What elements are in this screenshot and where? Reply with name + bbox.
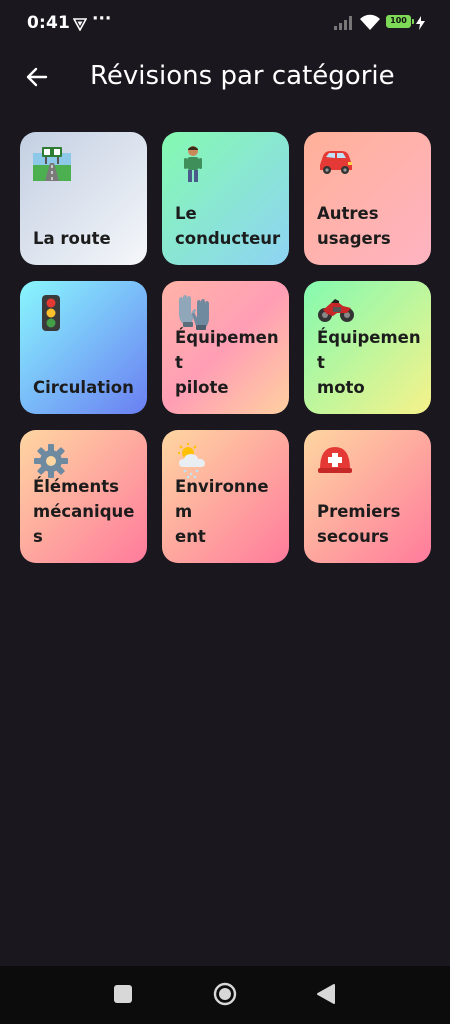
category-label: Équipement pilote [175, 328, 279, 397]
category-card-la-route[interactable]: La route [20, 132, 147, 265]
category-label: La route [33, 229, 111, 248]
motorway-icon [33, 145, 73, 185]
charging-icon [416, 15, 425, 30]
category-card-le-conducteur[interactable]: Le conducteur [162, 132, 289, 265]
page-title: Révisions par catégorie [90, 61, 395, 91]
category-label: Le conducteur [175, 204, 281, 248]
wifi-icon [359, 13, 381, 31]
category-label: Autres usagers [317, 204, 391, 248]
recent-apps-icon[interactable] [114, 985, 132, 1003]
rescue-helmet-icon [317, 443, 357, 483]
category-label: Éléments mécaniques [33, 477, 135, 546]
category-label: Équipement moto [317, 328, 421, 397]
car-icon [317, 145, 357, 185]
arrow-left-icon [26, 67, 48, 87]
signal-icon [333, 15, 353, 31]
battery-icon: 100 [386, 15, 414, 28]
category-label: Premiers secours [317, 502, 401, 546]
home-icon[interactable] [213, 982, 237, 1006]
category-card-circulation[interactable]: Circulation [20, 281, 147, 414]
category-card-equipement-pilote[interactable]: Équipement pilote [162, 281, 289, 414]
vpn-icon [72, 16, 88, 32]
category-card-premiers-secours[interactable]: Premiers secours [304, 430, 431, 563]
status-bar: 0:41 ··· 100 [0, 0, 450, 46]
category-card-autres-usagers[interactable]: Autres usagers [304, 132, 431, 265]
category-card-equipement-moto[interactable]: Équipement moto [304, 281, 431, 414]
back-triangle-icon[interactable] [316, 983, 336, 1005]
system-navigation-bar [0, 966, 450, 1024]
category-card-environnement[interactable]: Environnem ent [162, 430, 289, 563]
category-label: Environnem ent [175, 477, 269, 546]
app-screen: 0:41 ··· 100 Révisions par catégorie La … [0, 0, 450, 1024]
person-icon [175, 145, 215, 185]
status-time: 0:41 [27, 13, 71, 33]
overflow-icon: ··· [92, 9, 112, 29]
category-label: Circulation [33, 378, 134, 397]
traffic-light-icon [33, 294, 73, 334]
back-button[interactable] [20, 60, 54, 94]
category-card-elements-mecaniques[interactable]: Éléments mécaniques [20, 430, 147, 563]
category-grid: La route Le conducteur Autres usagers Ci… [20, 132, 431, 563]
